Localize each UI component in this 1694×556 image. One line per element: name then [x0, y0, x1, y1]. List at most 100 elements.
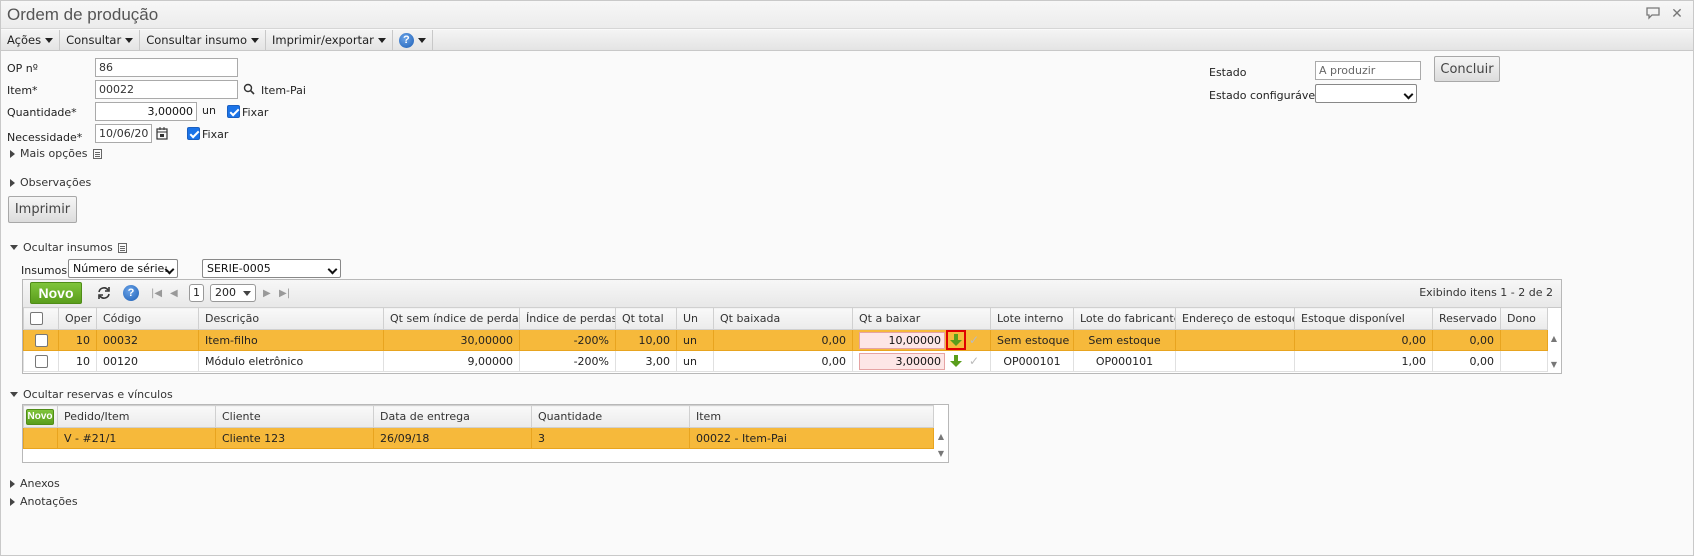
menu-help[interactable]: ? — [393, 29, 433, 51]
column-header[interactable]: Lote do fabricante — [1073, 307, 1176, 330]
column-header[interactable]: Dono — [1500, 307, 1548, 330]
chevron-down-icon — [125, 37, 134, 43]
insumos-filter-value-select[interactable]: SERIE-0005 — [202, 259, 341, 278]
row-checkbox[interactable] — [34, 333, 48, 347]
window-title: Ordem de produção — [7, 5, 159, 24]
grid-help-icon[interactable]: ? — [123, 285, 139, 301]
row-checkbox[interactable] — [34, 354, 48, 368]
column-header[interactable]: Pedido/Item — [57, 405, 216, 428]
attachments-toggle[interactable]: Anexos — [10, 477, 60, 490]
column-header[interactable]: Qt baixada — [713, 307, 853, 330]
scroll-up-icon[interactable]: ▲ — [938, 432, 944, 441]
chevron-down-icon — [251, 37, 259, 43]
new-insumo-button[interactable]: Novo — [30, 282, 82, 304]
table-row[interactable]: V - #21/1 Cliente 123 26/09/18 3 00022 -… — [23, 427, 934, 449]
column-header[interactable]: Oper — [58, 307, 97, 330]
observations-toggle[interactable]: Observações — [10, 176, 91, 189]
chevron-down-icon — [45, 37, 54, 43]
qt-a-baixar-input[interactable]: 3,00000 — [859, 352, 945, 370]
column-header[interactable]: Lote interno — [990, 307, 1074, 330]
notes-toggle[interactable]: Anotações — [10, 495, 78, 508]
collapse-icon — [10, 245, 18, 250]
column-header[interactable]: Reservado — [1432, 307, 1501, 330]
quantity-field[interactable]: 3,00000 — [95, 102, 197, 121]
scroll-down-icon[interactable]: ▼ — [1551, 360, 1557, 369]
chevron-down-icon — [243, 291, 251, 296]
need-label: Necessidade* — [7, 131, 83, 144]
config-state-label: Estado configurável — [1209, 89, 1319, 102]
arrow-down-icon[interactable] — [946, 330, 966, 350]
quantity-unit: un — [202, 104, 216, 117]
need-fix-checkbox[interactable] — [187, 127, 200, 140]
close-icon[interactable]: ✕ — [1669, 6, 1685, 22]
column-header[interactable]: Qt sem índice de perdas — [383, 307, 520, 330]
menu-consultar[interactable]: Consultar — [60, 29, 141, 51]
column-header[interactable]: Código — [96, 307, 199, 330]
column-header[interactable]: Item — [689, 405, 934, 428]
menu-bar: Ações Consultar Consultar insumo Imprimi… — [1, 29, 1693, 51]
need-fix-label: Fixar — [202, 128, 229, 141]
items-count: Exibindo itens 1 - 2 de 2 — [1419, 286, 1553, 299]
column-header[interactable]: Un — [676, 307, 714, 330]
table-row[interactable]: 10 00120 Módulo eletrônico 9,00000 -200%… — [23, 350, 1548, 372]
menu-acoes[interactable]: Ações — [1, 29, 61, 51]
last-page-icon[interactable]: ▶| — [279, 288, 290, 299]
reservas-grid: Novo Pedido/Item Cliente Data de entrega… — [22, 404, 949, 463]
column-header[interactable]: Qt a baixar — [852, 307, 991, 330]
page-size-select[interactable]: 200 — [210, 284, 256, 302]
scroll-up-icon[interactable]: ▲ — [1551, 334, 1557, 343]
menu-imprimir-exportar[interactable]: Imprimir/exportar — [266, 29, 393, 51]
arrow-down-icon[interactable] — [949, 354, 963, 368]
need-date-field[interactable]: 10/06/20 — [95, 124, 152, 143]
state-label: Estado — [1209, 66, 1247, 79]
expand-icon — [10, 178, 15, 187]
next-page-icon[interactable]: ▶ — [263, 288, 271, 299]
check-icon[interactable]: ✓ — [969, 333, 979, 347]
conclude-button[interactable]: Concluir — [1434, 56, 1500, 82]
print-button[interactable]: Imprimir — [8, 196, 77, 223]
comment-icon[interactable] — [1645, 6, 1661, 22]
state-field: A produzir — [1315, 61, 1421, 80]
first-page-icon[interactable]: |◀ — [151, 288, 162, 299]
item-field[interactable]: 00022 — [95, 80, 238, 99]
page-number[interactable]: 1 — [189, 284, 204, 302]
column-header[interactable]: Índice de perdas — [519, 307, 616, 330]
select-all-column[interactable] — [23, 307, 59, 330]
column-header[interactable]: Endereço de estoque — [1175, 307, 1295, 330]
refresh-icon[interactable] — [96, 286, 112, 303]
insumos-filter-label: Insumos — [21, 264, 68, 277]
scroll-down-icon[interactable]: ▼ — [938, 449, 944, 458]
config-state-select[interactable] — [1315, 84, 1417, 103]
expand-icon — [10, 497, 15, 506]
quantity-fix-checkbox[interactable] — [227, 105, 240, 118]
column-header[interactable]: Descrição — [198, 307, 384, 330]
menu-consultar-insumo[interactable]: Consultar insumo — [140, 29, 266, 51]
qt-a-baixar-input[interactable]: 10,00000 — [859, 331, 945, 349]
help-icon: ? — [398, 32, 414, 48]
prev-page-icon[interactable]: ◀ — [170, 288, 178, 299]
column-header[interactable]: Cliente — [215, 405, 374, 428]
op-number-field[interactable]: 86 — [95, 58, 238, 77]
hide-reservas-toggle[interactable]: Ocultar reservas e vínculos — [10, 388, 173, 401]
expand-icon — [10, 479, 15, 488]
expand-icon — [10, 149, 15, 158]
hide-insumos-toggle[interactable]: Ocultar insumos — [10, 241, 127, 254]
insumos-header-row: Oper Código Descrição Qt sem índice de p… — [23, 307, 1548, 330]
select-all-checkbox[interactable] — [30, 312, 43, 326]
more-options-toggle[interactable]: Mais opções — [10, 147, 102, 160]
op-label: OP nº — [7, 62, 38, 75]
column-header[interactable]: Data de entrega — [373, 405, 532, 428]
list-icon — [117, 242, 127, 253]
insumos-filter-type-select[interactable]: Número de série: — [68, 259, 178, 278]
table-row[interactable]: 10 00032 Item-filho 30,00000 -200% 10,00… — [23, 329, 1548, 351]
calendar-icon[interactable] — [156, 127, 168, 143]
column-header[interactable]: Quantidade — [531, 405, 690, 428]
new-reserva-button[interactable]: Novo — [26, 408, 54, 425]
chevron-down-icon — [417, 37, 426, 43]
insumos-grid: Novo ? |◀ ◀ 1 200 ▶ ▶| Exibindo itens 1 … — [22, 279, 1562, 374]
check-icon[interactable]: ✓ — [969, 354, 979, 368]
search-icon[interactable] — [243, 83, 255, 98]
column-header[interactable]: Estoque disponível — [1294, 307, 1433, 330]
column-header[interactable]: Qt total — [615, 307, 677, 330]
production-order-window: Ordem de produção ✕ Ações Consultar Cons… — [0, 0, 1694, 556]
